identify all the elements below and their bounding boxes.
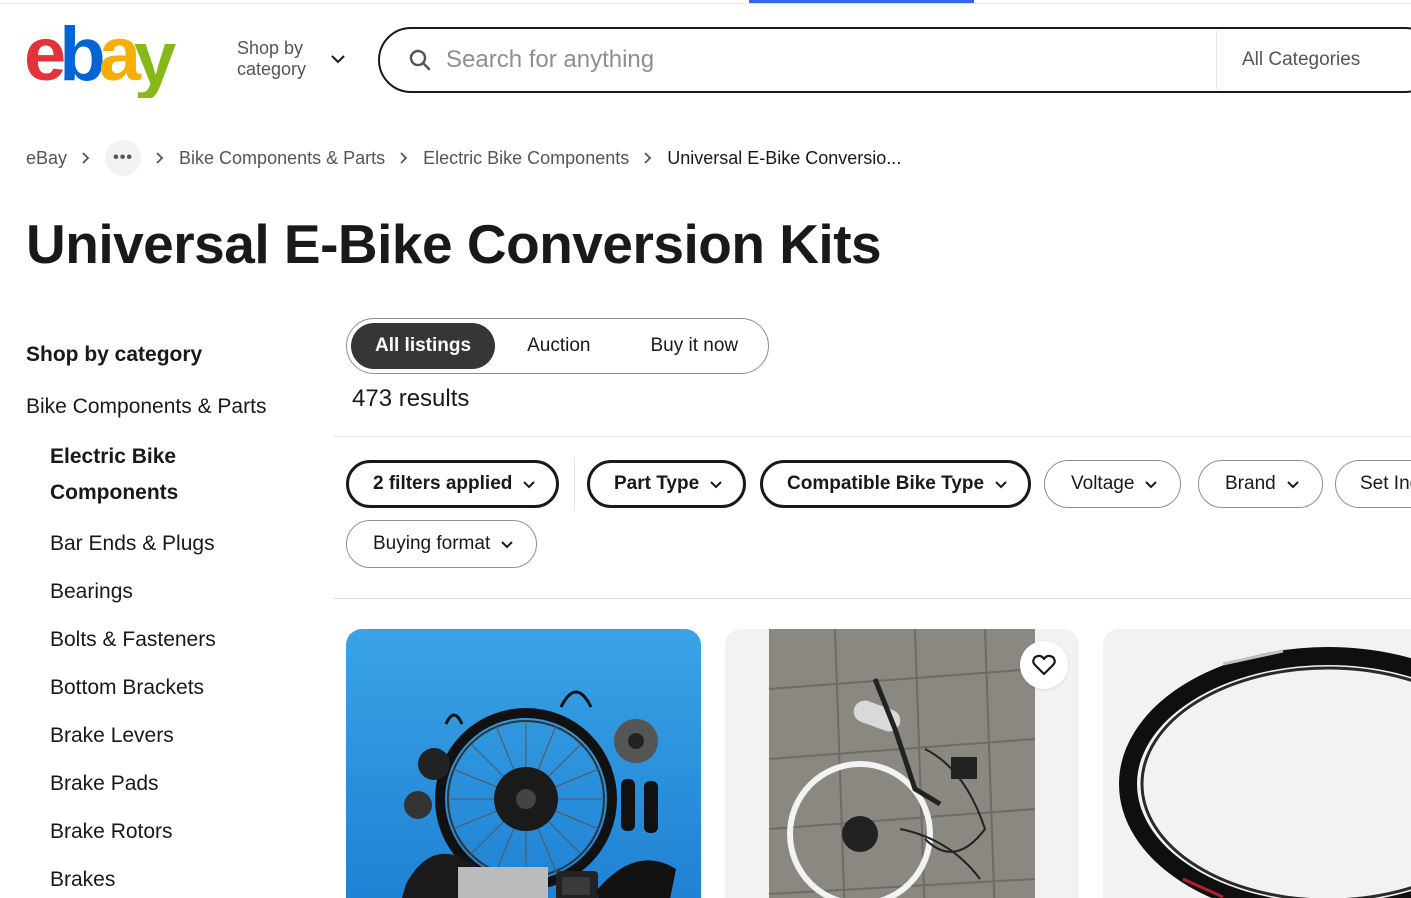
filter-chip-label: Part Type	[614, 473, 700, 494]
chevron-down-icon	[331, 55, 345, 64]
filter-chip-brand[interactable]: Brand	[1198, 460, 1323, 508]
chevron-down-icon	[995, 481, 1007, 489]
filter-chip-voltage[interactable]: Voltage	[1044, 460, 1182, 508]
filter-chip-compatible-bike-type[interactable]: Compatible Bike Type	[760, 460, 1032, 508]
breadcrumb-more-button[interactable]: •••	[105, 140, 142, 176]
sidebar-item-brakes[interactable]: Brakes	[50, 865, 316, 895]
shop-by-category-button[interactable]: Shop by category	[237, 38, 347, 80]
product-card-image[interactable]	[346, 629, 701, 898]
chevron-down-icon	[523, 481, 536, 489]
listing-type-tabs: All listings Auction Buy it now	[346, 318, 769, 374]
filter-chip-part-type[interactable]: Part Type	[587, 460, 747, 508]
breadcrumb: eBay ••• Bike Components & Parts Electri…	[26, 140, 901, 176]
sidebar-parent-category[interactable]: Bike Components & Parts	[26, 392, 316, 422]
filter-chip-set-includes[interactable]: Set Inc	[1335, 460, 1411, 508]
tab-auction[interactable]: Auction	[495, 323, 602, 369]
page-title: Universal E-Bike Conversion Kits	[26, 213, 882, 275]
chevron-down-icon	[1145, 481, 1158, 489]
breadcrumb-current: Universal E-Bike Conversio...	[667, 147, 902, 168]
chevron-right-icon	[156, 152, 164, 164]
top-divider	[0, 3, 1411, 4]
bike-rim-image	[1119, 647, 1411, 898]
sidebar-item-brake-rotors[interactable]: Brake Rotors	[50, 817, 316, 847]
ebike-kit-image	[402, 690, 676, 898]
filter-chip-label: Buying format	[373, 533, 491, 554]
breadcrumb-item-bike-components[interactable]: Bike Components & Parts	[179, 148, 385, 169]
search-bar: All Categories	[378, 27, 1411, 93]
filter-chip-label: Compatible Bike Type	[787, 473, 985, 494]
product-card-image[interactable]	[1103, 629, 1411, 898]
tab-buy-it-now[interactable]: Buy it now	[602, 323, 754, 369]
breadcrumb-item-electric-bike-components[interactable]: Electric Bike Components	[423, 148, 629, 169]
category-select[interactable]: All Categories	[1242, 49, 1360, 71]
heart-icon	[1032, 654, 1056, 676]
svg-text:ebay: ebay	[24, 22, 176, 98]
sidebar-current-category: Electric Bike Components	[50, 445, 179, 504]
filter-chip-label: 2 filters applied	[373, 473, 513, 494]
sidebar-item-bar-ends[interactable]: Bar Ends & Plugs	[50, 529, 316, 559]
chevron-down-icon	[1286, 481, 1299, 489]
chevron-down-icon	[501, 541, 513, 549]
watch-button[interactable]	[1020, 641, 1068, 689]
sidebar-item-bottom-brackets[interactable]: Bottom Brackets	[50, 673, 316, 703]
sidebar-item-bolts[interactable]: Bolts & Fasteners	[50, 625, 316, 655]
sidebar-item-bearings[interactable]: Bearings	[50, 577, 316, 607]
divider	[333, 598, 1411, 599]
shop-by-category-label: Shop by category	[237, 38, 307, 79]
search-divider	[1216, 31, 1217, 89]
category-sidebar: Shop by category Bike Components & Parts…	[26, 340, 316, 895]
chevron-down-icon	[710, 481, 722, 489]
sidebar-item-brake-pads[interactable]: Brake Pads	[50, 769, 316, 799]
chevron-right-icon	[644, 152, 652, 164]
breadcrumb-item-ebay[interactable]: eBay	[26, 148, 67, 169]
filter-chip-buying-format[interactable]: Buying format	[346, 520, 538, 568]
results-count: 473 results	[352, 385, 470, 412]
search-icon	[409, 49, 431, 71]
chevron-right-icon	[82, 152, 90, 164]
filter-chip-label: Set Inc	[1360, 473, 1411, 494]
ebay-logo[interactable]: ebay	[24, 22, 204, 98]
filter-chip-label: Voltage	[1071, 473, 1135, 494]
divider	[333, 436, 1411, 437]
sidebar-heading: Shop by category	[26, 343, 203, 366]
chevron-right-icon	[400, 152, 408, 164]
search-input[interactable]	[446, 46, 1186, 74]
filter-chip-applied[interactable]: 2 filters applied	[346, 460, 560, 508]
filter-divider	[574, 458, 575, 510]
sidebar-item-brake-levers[interactable]: Brake Levers	[50, 721, 316, 751]
sidebar-subcategory-list: Electric Bike Components Bar Ends & Plug…	[50, 439, 316, 895]
tab-all-listings[interactable]: All listings	[351, 323, 496, 369]
filter-chip-label: Brand	[1225, 473, 1276, 494]
